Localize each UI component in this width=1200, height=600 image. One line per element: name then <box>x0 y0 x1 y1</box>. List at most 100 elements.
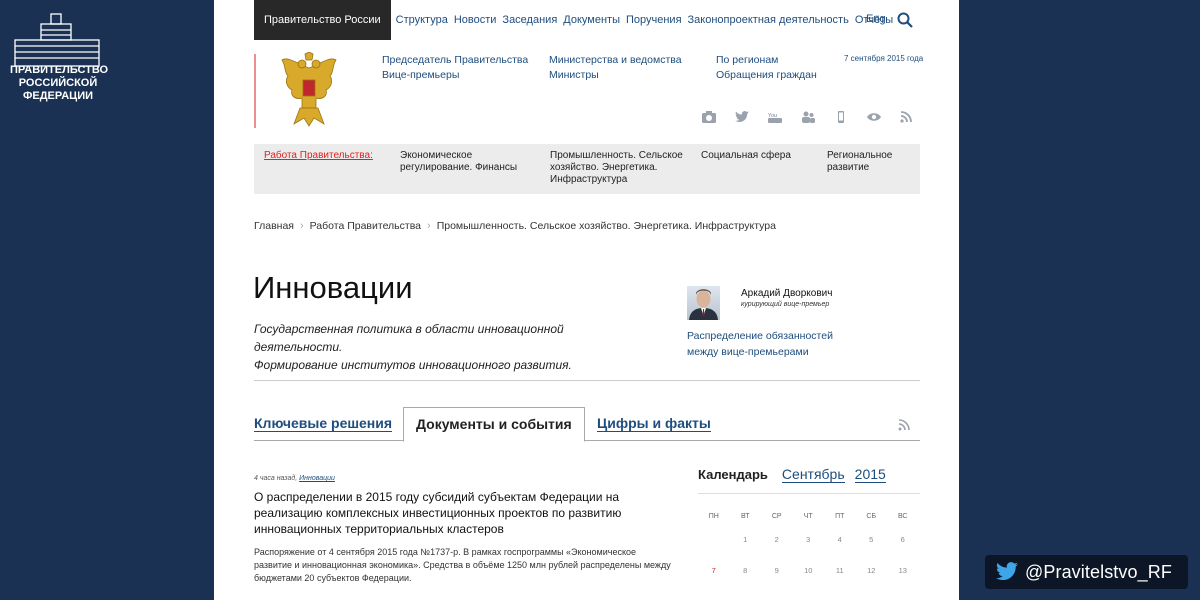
header-col-regions: По регионам Обращения граждан <box>716 53 817 83</box>
mobile-icon[interactable] <box>834 111 848 123</box>
header-col-leaders: Председатель Правительства Вице-премьеры <box>382 53 528 83</box>
breadcrumb-home[interactable]: Главная <box>254 220 294 232</box>
breadcrumb-work[interactable]: Работа Правительства <box>310 220 421 232</box>
tab-documents-events[interactable]: Документы и события <box>403 407 585 442</box>
calendar-day[interactable]: 8 <box>730 563 762 594</box>
news-meta: 4 часа назад, Инновации <box>254 475 335 482</box>
header-col-ministries: Министерства и ведомства Министры <box>549 53 682 83</box>
nav-link-documents[interactable]: Документы <box>560 14 623 26</box>
link-regions[interactable]: По регионам <box>716 53 817 68</box>
news-title[interactable]: О распределении в 2015 году субсидий суб… <box>254 489 674 537</box>
avatar[interactable] <box>687 286 720 320</box>
calendar-divider <box>698 493 920 494</box>
calendar-day[interactable]: 4 <box>824 532 856 563</box>
government-work-bar: Работа Правительства: Экономическое регу… <box>254 144 920 194</box>
calendar-day[interactable]: 9 <box>761 563 793 594</box>
social-icons: You <box>702 111 914 123</box>
users-icon[interactable] <box>801 111 815 123</box>
coat-of-arms-icon[interactable] <box>280 52 338 130</box>
top-navigation: Правительство России Структура Новости З… <box>214 0 959 40</box>
main-page: Правительство России Структура Новости З… <box>214 0 959 600</box>
logo-line: ФЕДЕРАЦИИ <box>22 90 94 102</box>
calendar-weekday: ПТ <box>835 513 845 520</box>
camera-icon[interactable] <box>702 111 716 123</box>
breadcrumb: Главная › Работа Правительства › Промышл… <box>254 220 776 232</box>
flag-stripe <box>254 54 256 128</box>
calendar-day[interactable]: 12 <box>856 563 888 594</box>
nav-link-legislation[interactable]: Законопроектная деятельность <box>685 14 852 26</box>
page-lead: Государственная политика в области иннов… <box>254 320 634 374</box>
calendar-day-today[interactable]: 7 <box>698 563 730 594</box>
link-ministries[interactable]: Министерства и ведомства <box>549 53 682 68</box>
duties-link-line[interactable]: Распределение обязанностей <box>687 328 833 344</box>
link-ministers[interactable]: Министры <box>549 68 682 83</box>
government-logo[interactable]: ПРАВИТЕЛЬСТВО РОССИЙСКОЙ ФЕДЕРАЦИИ <box>0 0 214 130</box>
nav-link-structure[interactable]: Структура <box>393 14 451 26</box>
person-photo-icon <box>689 289 718 320</box>
duties-link[interactable]: Распределение обязанностей между вице-пр… <box>687 328 833 360</box>
current-date: 7 сентября 2015 года <box>844 54 924 63</box>
rss-icon[interactable] <box>898 419 910 431</box>
curator-name[interactable]: Аркадий Дворкович <box>741 288 832 299</box>
duties-link-line[interactable]: между вице-премьерами <box>687 344 833 360</box>
chevron-right-icon: › <box>427 220 431 232</box>
nav-link-news[interactable]: Новости <box>451 14 500 26</box>
white-house-icon <box>14 13 100 67</box>
calendar-month[interactable]: Сентябрь <box>781 466 845 483</box>
calendar-year[interactable]: 2015 <box>854 466 886 483</box>
lead-line: Государственная политика в области иннов… <box>254 322 564 354</box>
calendar-day[interactable]: 6 <box>887 532 919 563</box>
news-time: 4 часа назад, <box>254 475 298 482</box>
logo-line: ПРАВИТЕЛЬСТВО <box>10 64 109 76</box>
curator-role: курирующий вице-премьер <box>741 301 830 308</box>
calendar-weekday: СР <box>771 513 782 520</box>
site-header: Председатель Правительства Вице-премьеры… <box>214 40 959 140</box>
tab-key-decisions[interactable]: Ключевые решения <box>254 415 393 432</box>
calendar-day[interactable]: 1 <box>730 532 762 563</box>
calendar: Календарь Сентябрь 2015 ПН ВТ СР ЧТ ПТ С… <box>698 466 920 594</box>
calendar-label: Календарь <box>698 467 768 482</box>
work-item-economy[interactable]: Экономическое регулирование. Финансы <box>400 150 530 174</box>
divider <box>254 380 920 381</box>
logo-line: РОССИЙСКОЙ <box>18 77 98 89</box>
twitter-badge[interactable]: @Pravitelstvo_RF <box>985 555 1188 589</box>
news-text: Распоряжение от 4 сентября 2015 года №17… <box>254 547 671 583</box>
rss-icon[interactable] <box>900 111 914 123</box>
calendar-day[interactable]: 11 <box>824 563 856 594</box>
search-icon[interactable] <box>897 12 913 28</box>
news-tag[interactable]: Инновации <box>299 475 335 482</box>
twitter-small-icon[interactable] <box>735 111 749 123</box>
page-title: Инновации <box>253 270 413 305</box>
calendar-day[interactable]: 5 <box>856 532 888 563</box>
content-tabs: Ключевые решения Документы и события Циф… <box>254 407 920 442</box>
calendar-weekday: ЧТ <box>803 513 813 520</box>
calendar-weekday: СБ <box>866 513 877 520</box>
calendar-day[interactable]: 2 <box>761 532 793 563</box>
calendar-grid: ПН ВТ СР ЧТ ПТ СБ ВС 1 2 3 4 5 6 7 8 9 1… <box>698 510 919 594</box>
calendar-weekday: ВС <box>898 513 908 520</box>
work-item-industry[interactable]: Промышленность. Сельское хозяйство. Энер… <box>550 150 690 186</box>
link-chairman[interactable]: Председатель Правительства <box>382 53 528 68</box>
work-item-regional[interactable]: Региональное развитие <box>827 150 907 174</box>
eye-icon[interactable] <box>867 111 881 123</box>
breadcrumb-industry[interactable]: Промышленность. Сельское хозяйство. Энер… <box>437 220 776 232</box>
twitter-icon <box>996 562 1018 581</box>
calendar-day <box>698 532 730 563</box>
work-item-social[interactable]: Социальная сфера <box>701 150 811 162</box>
calendar-day[interactable]: 13 <box>887 563 919 594</box>
nav-link-orders[interactable]: Поручения <box>623 14 685 26</box>
language-switch[interactable]: Eng <box>866 13 886 25</box>
nav-link-meetings[interactable]: Заседания <box>499 14 560 26</box>
twitter-handle: @Pravitelstvo_RF <box>1025 561 1172 582</box>
calendar-weekday: ПН <box>708 513 719 520</box>
youtube-icon[interactable]: You <box>768 111 782 123</box>
calendar-day[interactable]: 3 <box>793 532 825 563</box>
work-bar-label[interactable]: Работа Правительства: <box>264 150 373 162</box>
lead-line: Формирование институтов инновационного р… <box>254 358 572 372</box>
link-appeals[interactable]: Обращения граждан <box>716 68 817 83</box>
calendar-day[interactable]: 10 <box>793 563 825 594</box>
nav-current[interactable]: Правительство России <box>254 0 391 40</box>
link-vice-premiers[interactable]: Вице-премьеры <box>382 68 528 83</box>
calendar-weekday: ВТ <box>741 513 750 520</box>
tab-facts-figures[interactable]: Цифры и факты <box>597 415 711 432</box>
